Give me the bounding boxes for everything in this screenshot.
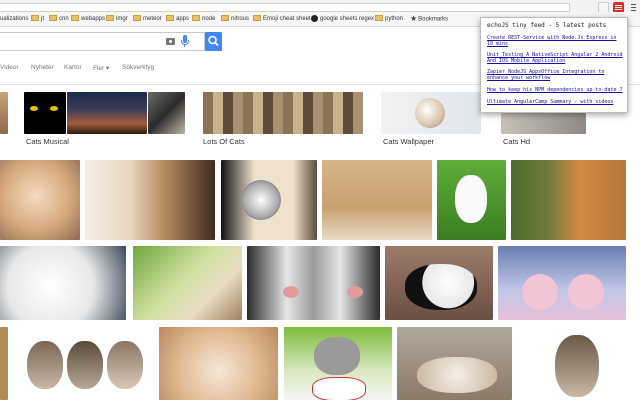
popup-link[interactable]: Ultimate AngularCamp Summary - with vide… — [487, 99, 623, 105]
bookmark-label: node — [202, 16, 216, 22]
category-caption[interactable]: Cats Hd — [503, 137, 530, 146]
search-icon — [208, 35, 219, 47]
extension-popup: echoJS tiny feed - 5 latest posts Create… — [480, 17, 628, 113]
bookmark-folder[interactable]: python — [375, 15, 403, 23]
folder-icon — [31, 15, 39, 22]
image-result[interactable] — [322, 160, 432, 240]
category-caption[interactable]: Cats Wallpaper — [383, 137, 434, 146]
folder-icon — [375, 15, 383, 22]
bookmark-label: python — [385, 16, 404, 22]
image-thumbnail[interactable] — [0, 92, 8, 134]
image-result[interactable] — [0, 160, 80, 240]
image-result[interactable] — [437, 160, 506, 240]
tab-more[interactable]: Fler ▾ — [93, 64, 109, 72]
github-icon — [311, 15, 318, 22]
camera-icon[interactable] — [166, 38, 175, 45]
image-result[interactable] — [159, 327, 278, 400]
tab-maps[interactable]: Kartor — [64, 64, 82, 71]
cats-musical-stage-thumbnail[interactable] — [67, 92, 147, 134]
folder-icon — [106, 15, 114, 22]
bookmark-label: meteor — [143, 16, 162, 22]
bookmark-label: google sheets regex — [320, 16, 375, 23]
cats-wallpaper-thumbnail[interactable] — [381, 92, 481, 134]
bookmark-label: cnn — [59, 16, 69, 22]
tab-videos[interactable]: Videor — [0, 64, 19, 71]
search-button[interactable] — [205, 32, 222, 51]
image-result[interactable] — [247, 246, 380, 320]
bookmark-label: apps — [176, 16, 190, 22]
bookmark-item[interactable]: google sheets regex — [311, 15, 374, 23]
bookmark-folder[interactable]: webapps — [71, 15, 105, 23]
star-icon: ★ — [410, 14, 418, 23]
search-input[interactable] — [0, 32, 205, 51]
popup-link[interactable]: Zapier NodeJS AppsOffice Integration to … — [487, 69, 623, 81]
category-caption[interactable]: Cats Musical — [26, 137, 69, 146]
bookmark-label: nitrous — [231, 16, 250, 22]
folder-icon — [192, 15, 200, 22]
image-result[interactable] — [0, 327, 8, 400]
bookmark-label: Bookmarks — [418, 16, 449, 23]
image-result[interactable] — [511, 160, 626, 240]
popup-title: echoJS tiny feed - 5 latest posts — [487, 22, 607, 29]
bookmark-label: jt — [41, 16, 44, 22]
lots-of-cats-thumbnail[interactable] — [203, 92, 363, 134]
bookmark-folder[interactable]: node — [192, 15, 215, 23]
image-result[interactable] — [517, 327, 626, 400]
folder-icon — [166, 15, 174, 22]
bookmark-item[interactable]: ualizations — [0, 15, 28, 23]
address-bar[interactable] — [0, 3, 570, 12]
menu-icon[interactable] — [629, 3, 638, 12]
bookmark-folder[interactable]: cnn — [49, 15, 69, 23]
image-result[interactable] — [133, 246, 242, 320]
bookmark-item[interactable]: ★Bookmarks — [410, 15, 448, 24]
image-result[interactable] — [397, 327, 512, 400]
bookmark-folder[interactable]: lmgr — [106, 15, 128, 23]
folder-icon — [133, 15, 141, 22]
bookmark-folder[interactable]: apps — [166, 15, 189, 23]
image-result[interactable] — [385, 246, 493, 320]
bookmark-folder[interactable]: jt — [31, 15, 44, 23]
folder-icon — [253, 15, 261, 22]
bookmark-folder[interactable]: Emoji cheat sheet — [253, 15, 311, 23]
cats-hd-thumbnail[interactable] — [501, 113, 586, 134]
popup-link[interactable]: Unit Testing A NativeScript Angular 2 An… — [487, 52, 623, 64]
image-result[interactable] — [15, 327, 155, 400]
folder-icon — [71, 15, 79, 22]
image-result[interactable] — [498, 246, 626, 320]
bookmark-label: Emoji cheat sheet — [263, 16, 311, 22]
cats-musical-thumbnail[interactable] — [24, 92, 66, 134]
bookmark-folder[interactable]: meteor — [133, 15, 162, 23]
tab-search-tools[interactable]: Sökverktyg — [122, 64, 154, 71]
popup-link[interactable]: Create REST-Service with Node.Js Express… — [487, 35, 623, 47]
bookmark-label: lmgr — [116, 16, 128, 22]
category-caption[interactable]: Lots Of Cats — [203, 137, 245, 146]
image-result[interactable] — [284, 327, 392, 400]
mic-icon[interactable] — [180, 35, 190, 48]
popup-link[interactable]: How to keep his NPM dependencies up-to-d… — [487, 87, 623, 93]
bookmark-label: ualizations — [0, 16, 29, 22]
image-result[interactable] — [85, 160, 215, 240]
image-result[interactable] — [221, 160, 317, 240]
bookmark-label: webapps — [81, 16, 106, 22]
folder-icon — [221, 15, 229, 22]
tab-news[interactable]: Nyheter — [31, 64, 54, 71]
image-result[interactable] — [0, 246, 126, 320]
bookmark-folder[interactable]: nitrous — [221, 15, 249, 23]
folder-icon — [49, 15, 57, 22]
image-thumbnail[interactable] — [148, 92, 185, 134]
